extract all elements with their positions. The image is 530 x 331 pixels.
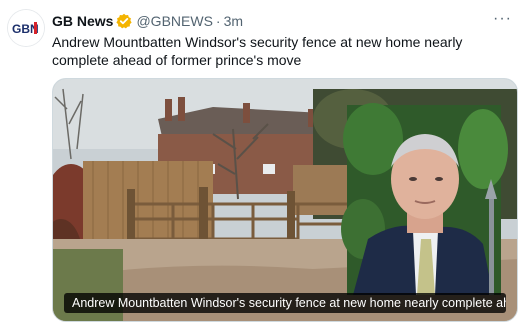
author-name[interactable]: GB News bbox=[52, 13, 113, 29]
tweet-media[interactable]: Andrew Mountbatten Windsor's security fe… bbox=[52, 78, 518, 322]
media-image bbox=[53, 79, 517, 321]
author-handle[interactable]: @GBNEWS bbox=[136, 13, 212, 29]
tweet[interactable]: GBN GB News @GBNEWS · 3m ··· Andrew Moun… bbox=[0, 0, 530, 331]
tweet-text: Andrew Mountbatten Windsor's security fe… bbox=[52, 34, 463, 68]
more-options-icon[interactable]: ··· bbox=[493, 10, 512, 28]
avatar[interactable]: GBN bbox=[8, 10, 44, 46]
timestamp[interactable]: 3m bbox=[224, 13, 243, 29]
media-caption: Andrew Mountbatten Windsor's security fe… bbox=[64, 293, 506, 313]
verified-badge-icon bbox=[116, 13, 133, 29]
tweet-header: GB News @GBNEWS · 3m bbox=[52, 12, 243, 30]
gb-news-logo: GBN bbox=[8, 10, 44, 46]
separator-dot: · bbox=[215, 13, 221, 29]
